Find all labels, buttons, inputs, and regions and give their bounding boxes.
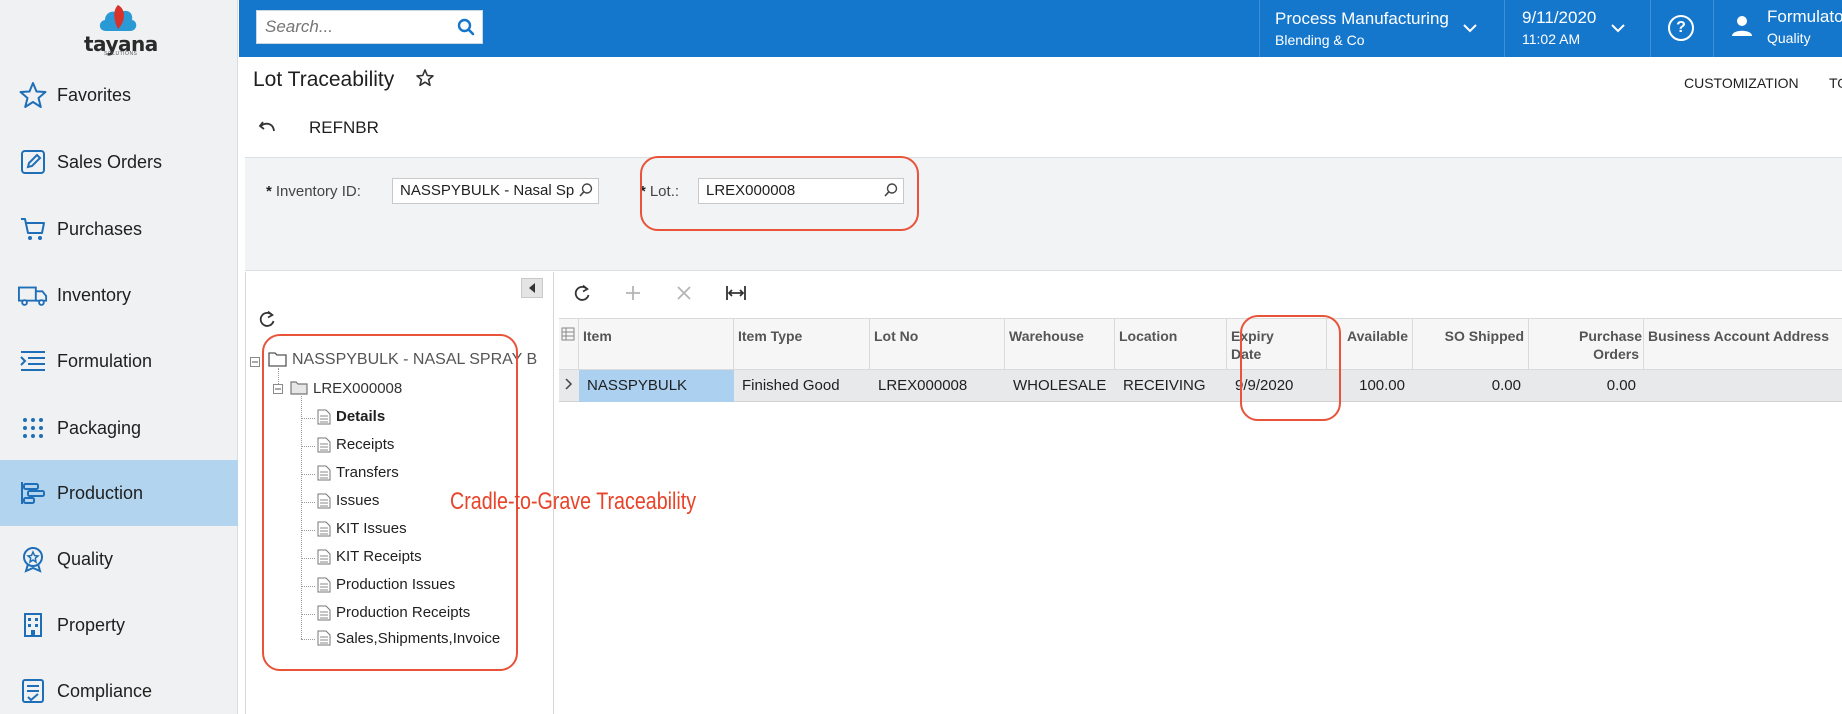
topbar-divider <box>1650 0 1651 57</box>
inventory-id-field[interactable]: NASSPYBULK - Nasal Sp <box>392 178 599 204</box>
pencil-icon <box>18 147 48 177</box>
global-search <box>256 10 483 44</box>
building-icon <box>18 610 48 640</box>
sidebar-item-label: Inventory <box>57 284 132 305</box>
column-header-lot-no[interactable]: Lot No <box>870 319 1005 371</box>
sidebar: tayana SOLUTIONS Favorites Sales Orders … <box>0 0 238 714</box>
collapse-node-icon[interactable] <box>250 357 260 367</box>
cell-item-type[interactable]: Finished Good <box>734 370 870 402</box>
cell-purchase-orders[interactable]: 0.00 <box>1529 370 1644 402</box>
column-header-warehouse[interactable]: Warehouse <box>1005 319 1115 371</box>
refnbr-button[interactable]: REFNBR <box>309 118 379 138</box>
user-name: Formulator <box>1767 7 1842 26</box>
company-branch: Blending & Co <box>1275 32 1365 48</box>
cell-lot-no[interactable]: LREX000008 <box>870 370 1005 402</box>
cell-warehouse[interactable]: WHOLESALE <box>1005 370 1115 402</box>
expiry-highlight-ring <box>1240 315 1341 421</box>
company-name: Process Manufacturing <box>1275 9 1449 28</box>
company-switcher[interactable]: Process Manufacturing Blending & Co <box>1275 9 1449 48</box>
fit-width-icon[interactable] <box>726 284 746 302</box>
sidebar-item-formulation[interactable]: Formulation <box>0 328 238 394</box>
user-menu[interactable]: Formulator Quality <box>1767 7 1842 46</box>
logo-subtext: SOLUTIONS <box>104 51 138 57</box>
refresh-icon[interactable] <box>258 310 276 328</box>
inventory-id-label: * Inventory ID: <box>266 183 361 200</box>
checklist-icon <box>18 676 48 706</box>
star-icon <box>18 80 48 110</box>
sidebar-item-label: Production <box>57 482 144 503</box>
sidebar-item-production[interactable]: Production <box>0 460 238 526</box>
sidebar-item-compliance[interactable]: Compliance <box>0 658 238 714</box>
cell-so-shipped[interactable]: 0.00 <box>1413 370 1529 402</box>
grid-settings-icon <box>561 327 575 341</box>
inventory-id-value: NASSPYBULK - Nasal Sp <box>400 182 575 199</box>
sidebar-item-purchases[interactable]: Purchases <box>0 196 238 262</box>
sidebar-item-label: Favorites <box>57 84 132 105</box>
sidebar-item-property[interactable]: Property <box>0 592 238 658</box>
grid-header: Item Item Type Lot No Warehouse Location… <box>559 318 1842 371</box>
help-icon[interactable]: ? <box>1668 15 1694 41</box>
cloud-logo-icon <box>99 5 137 31</box>
time-value: 11:02 AM <box>1522 31 1581 47</box>
refresh-icon[interactable] <box>573 284 591 302</box>
topbar-divider <box>1713 0 1714 57</box>
sidebar-item-label: Packaging <box>57 417 142 438</box>
search-icon[interactable] <box>450 11 482 43</box>
column-header-so-shipped[interactable]: SO Shipped <box>1413 319 1529 371</box>
filter-panel <box>245 157 1842 271</box>
list-icon <box>18 346 48 376</box>
search-input[interactable] <box>257 11 437 43</box>
topbar-divider <box>1259 0 1260 57</box>
sidebar-item-label: Sales Orders <box>57 151 163 172</box>
chevron-down-icon[interactable] <box>1462 20 1478 36</box>
column-header-item-type[interactable]: Item Type <box>734 319 870 371</box>
undo-icon[interactable] <box>258 118 278 136</box>
business-date[interactable]: 9/11/2020 11:02 AM <box>1522 8 1596 47</box>
sidebar-item-favorites[interactable]: Favorites <box>0 62 238 128</box>
topbar-divider <box>1504 0 1505 57</box>
sidebar-item-label: Purchases <box>57 218 143 239</box>
column-header-business-account-address[interactable]: Business Account Address <box>1644 319 1842 371</box>
caret-left-icon <box>529 283 535 293</box>
company-logo[interactable]: tayana SOLUTIONS <box>0 0 238 60</box>
sidebar-item-inventory[interactable]: Inventory <box>0 262 238 328</box>
row-expand[interactable] <box>559 370 579 402</box>
search-icon[interactable] <box>578 182 594 198</box>
sidebar-item-label: Compliance <box>57 680 153 701</box>
grid-dots-icon <box>18 413 48 443</box>
chevron-down-icon[interactable] <box>1610 20 1626 36</box>
sidebar-item-label: Formulation <box>57 350 153 371</box>
gantt-icon <box>18 478 48 508</box>
date-value: 9/11/2020 <box>1522 8 1597 27</box>
table-row[interactable]: NASSPYBULK Finished Good LREX000008 WHOL… <box>559 370 1842 402</box>
cell-location[interactable]: RECEIVING <box>1115 370 1227 402</box>
cart-icon <box>18 214 48 244</box>
sidebar-item-label: Property <box>57 614 126 635</box>
chevron-right-icon <box>565 378 573 390</box>
lot-highlight-ring <box>640 156 919 231</box>
badge-icon <box>18 544 48 574</box>
sidebar-item-quality[interactable]: Quality <box>0 526 238 592</box>
column-header-item[interactable]: Item <box>579 319 734 371</box>
column-header-purchase-orders[interactable]: Purchase Orders <box>1529 319 1644 371</box>
delete-icon[interactable] <box>675 284 693 302</box>
sidebar-item-packaging[interactable]: Packaging <box>0 395 238 461</box>
cell-item[interactable]: NASSPYBULK <box>579 370 734 402</box>
page-title: Lot Traceability <box>253 68 395 91</box>
tools-menu[interactable]: TOOLS <box>1829 75 1842 91</box>
user-role: Quality <box>1767 30 1811 46</box>
sidebar-item-label: Quality <box>57 548 114 569</box>
annotation-text: Cradle-to-Grave Traceability <box>450 488 697 515</box>
column-header-location[interactable]: Location <box>1115 319 1227 371</box>
star-icon[interactable] <box>415 68 435 88</box>
cell-business-account-address[interactable] <box>1644 370 1842 402</box>
top-bar: Process Manufacturing Blending & Co 9/11… <box>239 0 1842 57</box>
sidebar-item-sales-orders[interactable]: Sales Orders <box>0 129 238 195</box>
truck-icon <box>18 280 48 310</box>
add-icon[interactable] <box>624 284 642 302</box>
customization-menu[interactable]: CUSTOMIZATION <box>1684 75 1799 91</box>
collapse-panel-button[interactable] <box>521 278 543 298</box>
user-icon[interactable] <box>1730 14 1754 38</box>
column-settings[interactable] <box>559 319 579 371</box>
